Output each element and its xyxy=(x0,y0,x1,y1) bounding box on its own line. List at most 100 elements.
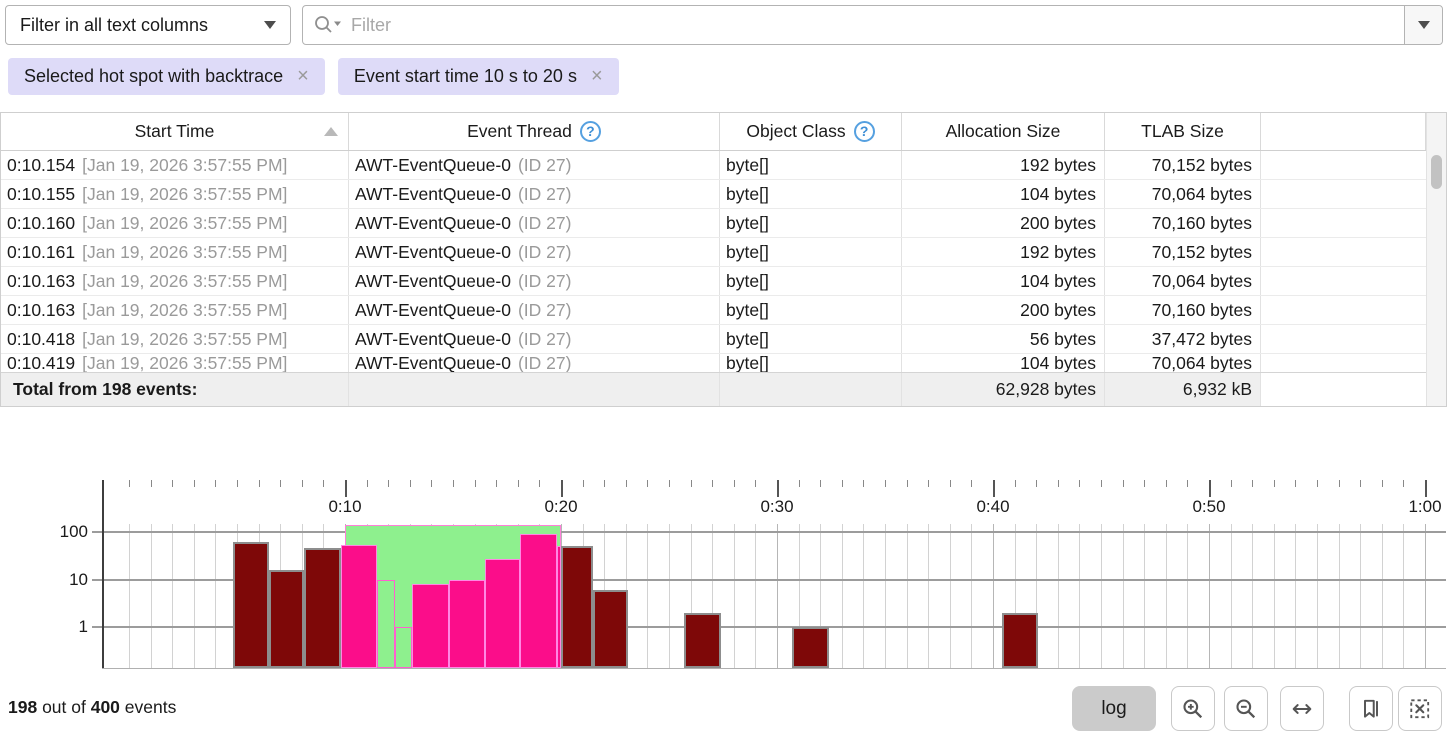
table-row[interactable]: 0:10.155[Jan 19, 2026 3:57:55 PM]AWT-Eve… xyxy=(1,180,1426,209)
cell-allocation-size: 200 bytes xyxy=(902,296,1105,324)
histogram-bar-selected-events[interactable] xyxy=(485,559,520,668)
chevron-down-icon xyxy=(264,21,276,29)
table-row[interactable]: 0:10.419[Jan 19, 2026 3:57:55 PM]AWT-Eve… xyxy=(1,354,1426,372)
filter-search-combo xyxy=(302,5,1443,45)
column-header-label: Object Class xyxy=(746,121,845,142)
filter-column-selector[interactable]: Filter in all text columns xyxy=(5,5,291,45)
cell-object-class: byte[] xyxy=(720,325,902,353)
cell-object-class: byte[] xyxy=(720,180,902,208)
histogram-bar-events-outside-selection[interactable] xyxy=(593,590,628,668)
help-icon[interactable]: ? xyxy=(854,121,875,142)
tlab-size-value: 70,064 bytes xyxy=(1152,354,1252,372)
histogram-bar-events-outside-selection[interactable] xyxy=(792,627,829,668)
column-header-event-thread[interactable]: Event Thread? xyxy=(349,113,720,150)
histogram-bar-selected-events[interactable] xyxy=(449,580,486,669)
log-scale-toggle[interactable]: log xyxy=(1072,686,1156,731)
histogram-bar-events-outside-selection[interactable] xyxy=(1002,613,1039,668)
cell-filler xyxy=(1261,151,1426,179)
axis-tick xyxy=(1079,480,1080,487)
table-row[interactable]: 0:10.160[Jan 19, 2026 3:57:55 PM]AWT-Eve… xyxy=(1,209,1426,238)
histogram-bar-selected-events[interactable] xyxy=(341,545,378,668)
object-class-value: byte[] xyxy=(726,242,769,263)
filter-input[interactable] xyxy=(343,6,1404,44)
selected-count: 198 xyxy=(8,697,37,717)
zoom-out-button[interactable] xyxy=(1224,686,1268,731)
axis-tick xyxy=(431,480,432,487)
column-header-start-time[interactable]: Start Time xyxy=(1,113,349,150)
vertical-scrollbar[interactable] xyxy=(1426,113,1446,406)
status-bar: 198 out of 400 events log xyxy=(0,675,1447,735)
filter-chip-label: Selected hot spot with backtrace xyxy=(24,66,283,87)
profiler-events-view: Filter in all text columns Selected hot … xyxy=(0,0,1447,735)
cell-allocation-size: 104 bytes xyxy=(902,180,1105,208)
histogram-bar-selected-events-highlighted[interactable] xyxy=(395,627,412,668)
thread-name: AWT-EventQueue-0 xyxy=(355,155,511,176)
thread-id: (ID 27) xyxy=(518,329,571,350)
allocation-size-value: 192 bytes xyxy=(1020,155,1096,176)
axis-tick xyxy=(1295,480,1296,487)
histogram-bar-events-outside-selection[interactable] xyxy=(304,548,341,668)
gridline-vertical xyxy=(907,524,908,668)
thread-id: (ID 27) xyxy=(518,271,571,292)
column-header-allocation-size[interactable]: Allocation Size xyxy=(902,113,1105,150)
cell-start-time: 0:10.163[Jan 19, 2026 3:57:55 PM] xyxy=(1,267,349,295)
chip-close-icon[interactable]: × xyxy=(591,65,603,88)
filter-dropdown-button[interactable] xyxy=(1404,6,1442,44)
start-time-timestamp: [Jan 19, 2026 3:57:55 PM] xyxy=(82,242,287,263)
tlab-size-value: 37,472 bytes xyxy=(1152,329,1252,350)
histogram-bar-events-outside-selection[interactable] xyxy=(684,613,721,668)
help-icon[interactable]: ? xyxy=(580,121,601,142)
cell-start-time: 0:10.418[Jan 19, 2026 3:57:55 PM] xyxy=(1,325,349,353)
start-time-timestamp: [Jan 19, 2026 3:57:55 PM] xyxy=(82,329,287,350)
gridline-vertical xyxy=(1317,524,1318,668)
histogram-bar-selected-events[interactable] xyxy=(412,584,449,668)
zoom-in-button[interactable] xyxy=(1171,686,1215,731)
bookmark-button[interactable] xyxy=(1349,686,1393,731)
histogram-bar-events-outside-selection[interactable] xyxy=(561,546,593,668)
clear-selection-button[interactable] xyxy=(1398,686,1442,731)
axis-tick xyxy=(928,480,929,487)
thread-id: (ID 27) xyxy=(518,184,571,205)
histogram-bar-selected-events[interactable] xyxy=(557,546,561,668)
cell-tlab-size: 70,064 bytes xyxy=(1105,180,1261,208)
total-count: 400 xyxy=(91,697,120,717)
clear-selection-icon xyxy=(1408,697,1432,721)
gridline-vertical xyxy=(129,524,130,668)
column-header-object-class[interactable]: Object Class? xyxy=(720,113,902,150)
allocation-size-value: 104 bytes xyxy=(1020,184,1096,205)
cell-object-class: byte[] xyxy=(720,267,902,295)
histogram-bar-selected-events[interactable] xyxy=(520,534,557,668)
thread-name: AWT-EventQueue-0 xyxy=(355,329,511,350)
axis-tick xyxy=(669,480,670,487)
axis-tick xyxy=(734,480,735,487)
filter-chip: Event start time 10 s to 20 s× xyxy=(338,58,619,95)
scrollbar-thumb[interactable] xyxy=(1431,155,1442,189)
chevron-down-icon xyxy=(1418,21,1430,29)
table-row[interactable]: 0:10.161[Jan 19, 2026 3:57:55 PM]AWT-Eve… xyxy=(1,238,1426,267)
thread-id: (ID 27) xyxy=(518,242,571,263)
column-header-tlab-size[interactable]: TLAB Size xyxy=(1105,113,1261,150)
axis-tick xyxy=(129,480,130,487)
allocation-size-value: 200 bytes xyxy=(1020,213,1096,234)
table-row[interactable]: 0:10.418[Jan 19, 2026 3:57:55 PM] AWT-Eve… xyxy=(1,325,1426,354)
x-axis-label: 0:30 xyxy=(760,497,793,517)
tlab-size-value: 70,160 bytes xyxy=(1152,213,1252,234)
column-header-label: Allocation Size xyxy=(946,121,1061,142)
axis-tick xyxy=(626,480,627,487)
histogram-bar-events-outside-selection[interactable] xyxy=(233,542,270,668)
histogram-bar-selected-events-highlighted[interactable] xyxy=(377,580,394,669)
chip-close-icon[interactable]: × xyxy=(297,65,309,88)
gridline-vertical xyxy=(1144,524,1145,668)
table-row[interactable]: 0:10.163[Jan 19, 2026 3:57:55 PM]AWT-Eve… xyxy=(1,267,1426,296)
tlab-size-value: 70,064 bytes xyxy=(1152,271,1252,292)
axis-tick xyxy=(323,480,324,487)
axis-tick xyxy=(1015,480,1016,487)
table-row[interactable]: 0:10.154[Jan 19, 2026 3:57:55 PM]AWT-Eve… xyxy=(1,151,1426,180)
column-header-label: Start Time xyxy=(135,121,215,142)
fit-horizontal-button[interactable] xyxy=(1280,686,1324,731)
column-header-filler[interactable] xyxy=(1261,113,1426,150)
histogram-bar-events-outside-selection[interactable] xyxy=(269,570,304,668)
table-row[interactable]: 0:10.163[Jan 19, 2026 3:57:55 PM]AWT-Eve… xyxy=(1,296,1426,325)
search-icon xyxy=(313,14,343,36)
filter-chips: Selected hot spot with backtrace×Event s… xyxy=(8,58,619,95)
